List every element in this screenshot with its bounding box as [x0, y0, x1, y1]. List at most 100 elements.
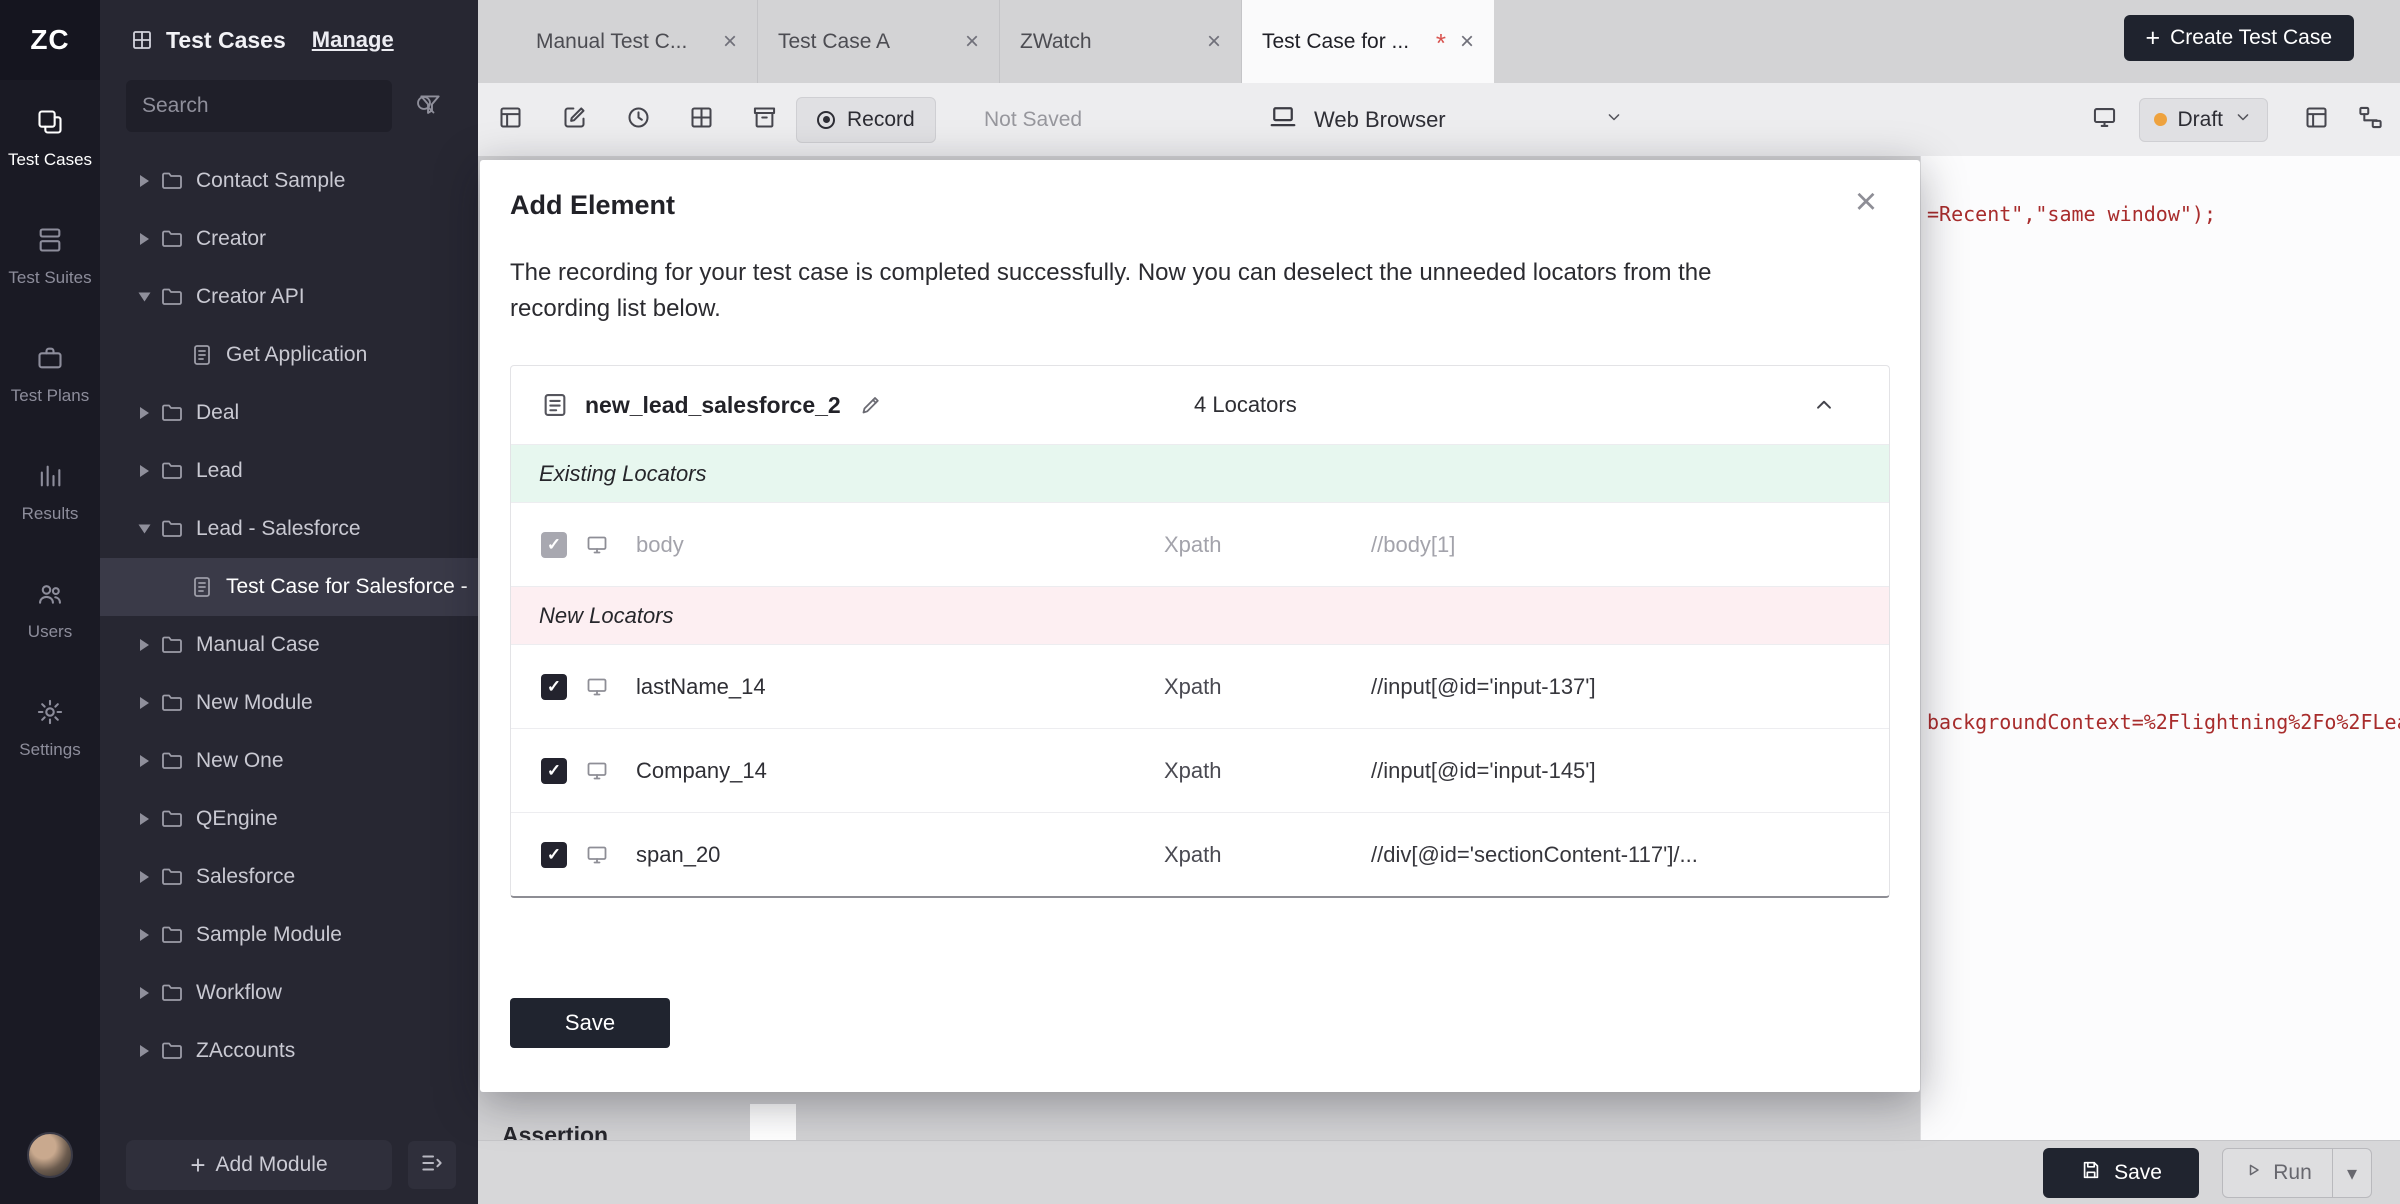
- dialog-save-label: Save: [565, 1010, 615, 1036]
- caret-icon: [140, 233, 149, 245]
- tab-close-icon[interactable]: [723, 28, 737, 56]
- locator-value: //input[@id='input-137']: [1371, 674, 1889, 700]
- tree-item[interactable]: Deal: [100, 384, 478, 442]
- tab-close-icon[interactable]: [965, 28, 979, 56]
- rail-item[interactable]: Results: [0, 434, 100, 552]
- app-logo[interactable]: ZC: [0, 0, 100, 80]
- tab[interactable]: Manual Test C...: [516, 0, 758, 83]
- tree-item[interactable]: Get Application: [100, 326, 478, 384]
- unsaved-indicator: [1436, 30, 1446, 54]
- caret-icon: [140, 465, 149, 477]
- preview-button[interactable]: [2084, 100, 2124, 140]
- create-test-case-button[interactable]: Create Test Case: [2124, 15, 2354, 61]
- steps-view-button[interactable]: [490, 100, 530, 140]
- tab-close-icon[interactable]: [1460, 28, 1474, 56]
- folder-icon: [160, 633, 184, 657]
- flow-view-button[interactable]: [2350, 100, 2390, 140]
- highlight-element-icon[interactable]: [585, 843, 609, 867]
- archive-button[interactable]: [744, 100, 784, 140]
- rail-item-label: Settings: [19, 740, 80, 760]
- user-avatar[interactable]: [27, 1132, 73, 1178]
- sidebar: Test Cases Manage Contact Sample Creato: [100, 0, 478, 1204]
- save-test-case-button[interactable]: Save: [2043, 1148, 2199, 1198]
- record-button[interactable]: Record: [796, 97, 936, 143]
- tree-item[interactable]: Lead: [100, 442, 478, 500]
- locator-checkbox[interactable]: [541, 674, 567, 700]
- tree-item[interactable]: New Module: [100, 674, 478, 732]
- tree-item[interactable]: Lead - Salesforce: [100, 500, 478, 558]
- background-panel-fragment: [750, 1104, 796, 1140]
- locator-group-header[interactable]: new_lead_salesforce_2 4 Locators: [511, 366, 1889, 444]
- close-dialog-button[interactable]: [1846, 182, 1886, 222]
- tree-item-label: Test Case for Salesforce -: [226, 575, 468, 599]
- code-editor-panel[interactable]: =Recent","same window"); backgroundConte…: [1920, 156, 2400, 1140]
- rail-item[interactable]: Users: [0, 552, 100, 670]
- highlight-element-icon[interactable]: [585, 675, 609, 699]
- tree-item-label: Salesforce: [196, 865, 295, 889]
- browser-select[interactable]: Web Browser: [1268, 83, 1624, 156]
- run-options-button[interactable]: [2333, 1149, 2371, 1197]
- caret-icon: [140, 929, 149, 941]
- layout-panel-button[interactable]: [2296, 100, 2336, 140]
- folder-icon: [160, 169, 184, 193]
- rail-item[interactable]: Test Cases: [0, 80, 100, 198]
- tab-label: Manual Test C...: [536, 30, 713, 54]
- add-module-button[interactable]: Add Module: [126, 1140, 392, 1190]
- run-button[interactable]: Run: [2223, 1149, 2332, 1197]
- new-locators-header: New Locators: [511, 586, 1889, 644]
- rail-item[interactable]: Test Suites: [0, 198, 100, 316]
- locator-checkbox[interactable]: [541, 532, 567, 558]
- tree-item[interactable]: Salesforce: [100, 848, 478, 906]
- dialog-save-button[interactable]: Save: [510, 998, 670, 1048]
- tab[interactable]: ZWatch: [1000, 0, 1242, 83]
- tree-item[interactable]: Contact Sample: [100, 152, 478, 210]
- tree-item[interactable]: Manual Case: [100, 616, 478, 674]
- tree-item[interactable]: Test Case for Salesforce -: [100, 558, 478, 616]
- manage-link[interactable]: Manage: [312, 27, 394, 53]
- folder-icon: [160, 517, 184, 541]
- tree-item[interactable]: New One: [100, 732, 478, 790]
- module-tree: Contact Sample Creator Creator API Get: [100, 152, 478, 1080]
- rail-nav: Test Cases Test Suites Test Plans Result…: [0, 80, 100, 788]
- search-input[interactable]: [142, 94, 413, 118]
- history-button[interactable]: [618, 100, 658, 140]
- folder-icon: [160, 691, 184, 715]
- locator-checkbox[interactable]: [541, 842, 567, 868]
- monitor-icon: [2091, 104, 2118, 136]
- locator-value: //body[1]: [1371, 532, 1889, 558]
- tree-item[interactable]: QEngine: [100, 790, 478, 848]
- tree-item[interactable]: Creator API: [100, 268, 478, 326]
- play-icon: [2243, 1160, 2263, 1186]
- tree-item[interactable]: Workflow: [100, 964, 478, 1022]
- locator-name: body: [636, 532, 1164, 558]
- rail-item[interactable]: Test Plans: [0, 316, 100, 434]
- tree-item[interactable]: ZAccounts: [100, 1022, 478, 1080]
- test-plans-icon: [36, 344, 64, 377]
- search-box[interactable]: [126, 80, 392, 132]
- tab-close-icon[interactable]: [1207, 28, 1221, 56]
- tree-item-label: ZAccounts: [196, 1039, 295, 1063]
- tree-item[interactable]: Sample Module: [100, 906, 478, 964]
- edit-name-icon[interactable]: [859, 393, 883, 417]
- rail-item-label: Test Plans: [11, 386, 89, 406]
- highlight-element-icon[interactable]: [585, 759, 609, 783]
- data-table-button[interactable]: [681, 100, 721, 140]
- locator-checkbox[interactable]: [541, 758, 567, 784]
- caret-icon: [140, 987, 149, 999]
- draft-status-dropdown[interactable]: Draft: [2139, 98, 2268, 142]
- new-locators-list: lastName_14 Xpath //input[@id='input-137…: [511, 644, 1889, 896]
- layout-panel-icon: [2303, 104, 2330, 136]
- filter-button[interactable]: [410, 86, 450, 126]
- chevron-up-icon[interactable]: [1811, 392, 1837, 418]
- highlight-element-icon[interactable]: [585, 533, 609, 557]
- collapse-sidebar-button[interactable]: [408, 1141, 456, 1189]
- locator-value: //input[@id='input-145']: [1371, 758, 1889, 784]
- tab[interactable]: Test Case A: [758, 0, 1000, 83]
- rail-item[interactable]: Settings: [0, 670, 100, 788]
- tree-item-label: Workflow: [196, 981, 282, 1005]
- tab[interactable]: Test Case for ...: [1242, 0, 1494, 83]
- flow-view-icon: [2357, 104, 2384, 136]
- edit-note-button[interactable]: [554, 100, 594, 140]
- tree-item[interactable]: Creator: [100, 210, 478, 268]
- locator-row: body Xpath //body[1]: [511, 502, 1889, 586]
